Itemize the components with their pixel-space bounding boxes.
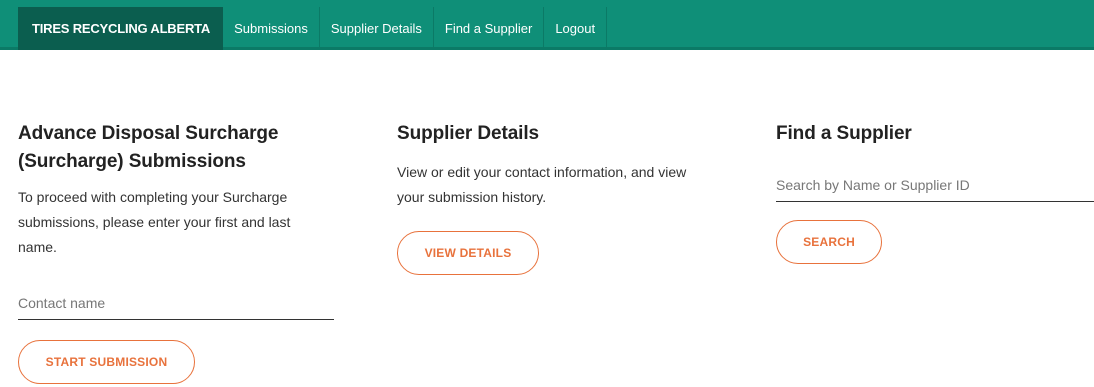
supplier-details-section: Supplier Details View or edit your conta…	[397, 120, 717, 275]
supplier-search-field	[776, 168, 1094, 202]
brand-link[interactable]: TIRES RECYCLING ALBERTA	[18, 7, 224, 50]
nav-item-find-a-supplier[interactable]: Find a Supplier	[434, 7, 545, 50]
start-submission-button[interactable]: START SUBMISSION	[18, 340, 195, 384]
contact-name-field	[18, 286, 334, 320]
top-navbar: TIRES RECYCLING ALBERTA Submissions Supp…	[0, 0, 1094, 50]
contact-name-input[interactable]	[18, 286, 334, 319]
submissions-description: To proceed with completing your Surcharg…	[18, 189, 291, 255]
nav-item-logout[interactable]: Logout	[544, 7, 608, 50]
supplier-details-title: Supplier Details	[397, 123, 539, 144]
nav-item-supplier-details[interactable]: Supplier Details	[320, 7, 434, 50]
view-details-button[interactable]: VIEW DETAILS	[397, 231, 539, 275]
search-button[interactable]: SEARCH	[776, 220, 882, 264]
find-supplier-title: Find a Supplier	[776, 123, 912, 144]
supplier-details-description: View or edit your contact information, a…	[397, 164, 687, 205]
nav-item-submissions[interactable]: Submissions	[223, 7, 320, 50]
submissions-section: Advance Disposal Surcharge (Surcharge) S…	[18, 120, 338, 384]
submissions-title: Advance Disposal Surcharge (Surcharge) S…	[18, 123, 279, 172]
nav-menu: TIRES RECYCLING ALBERTA Submissions Supp…	[18, 7, 608, 50]
find-supplier-section: Find a Supplier SEARCH	[776, 120, 1094, 264]
supplier-search-input[interactable]	[776, 168, 1094, 201]
